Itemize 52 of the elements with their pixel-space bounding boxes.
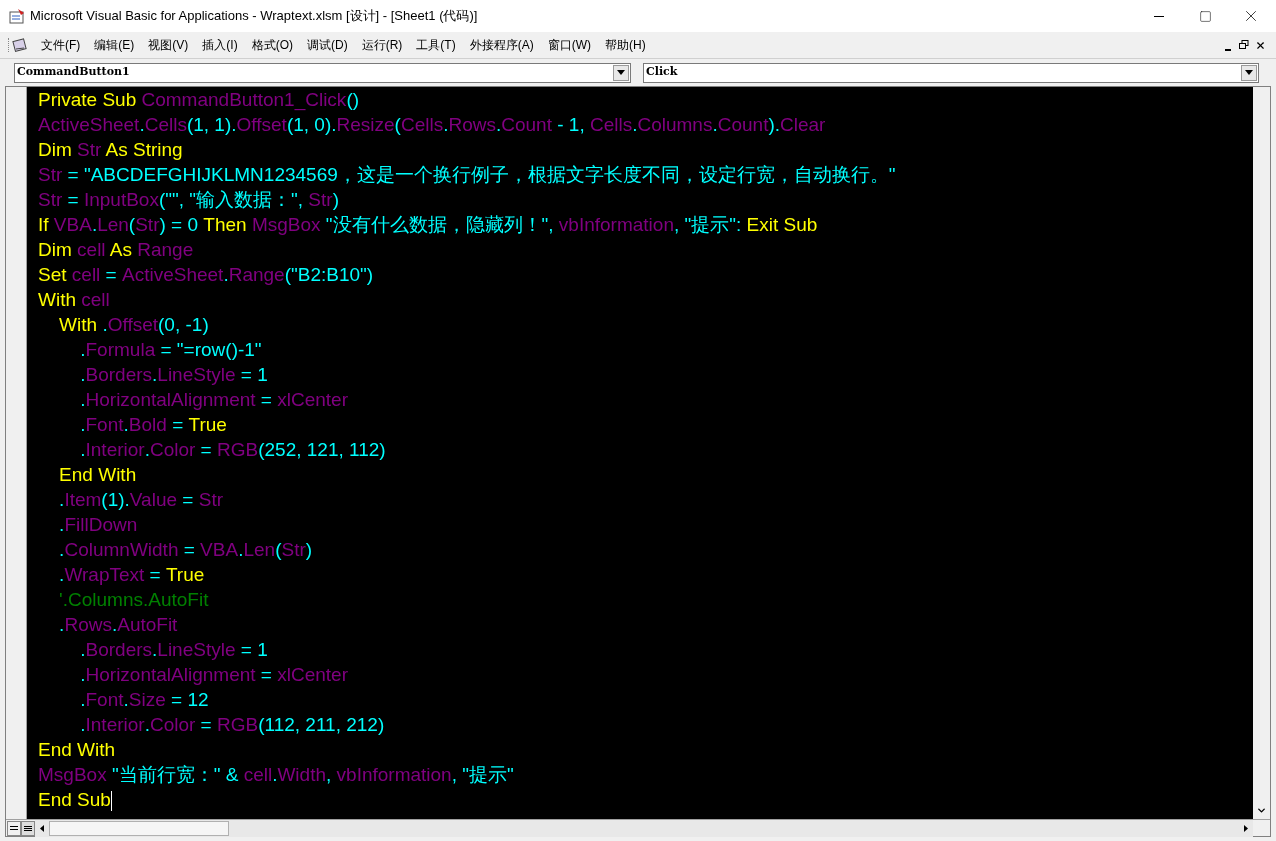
menu-item[interactable]: 窗口(W) (540, 36, 598, 54)
code-line: .Interior.Color = RGB(252, 121, 112) (79, 438, 387, 463)
code-line: .HorizontalAlignment = xlCenter (79, 388, 349, 413)
code-line: Private Sub CommandButton1_Click() (38, 88, 361, 113)
code-line: .ColumnWidth = VBA.Len(Str) (58, 538, 314, 563)
code-line: .Item(1).Value = Str (58, 488, 224, 513)
code-line: End Sub (38, 788, 113, 813)
menu-item[interactable]: 调试(D) (300, 36, 355, 54)
menu-item[interactable]: 文件(F) (34, 36, 88, 54)
code-line: Dim Str As String (38, 138, 184, 163)
code-line: .Rows.AutoFit (58, 613, 179, 638)
menu-item[interactable]: 帮助(H) (598, 36, 653, 54)
procedure-dropdown[interactable]: Click (643, 62, 1259, 83)
module-view-button[interactable] (21, 820, 35, 836)
code-line: .HorizontalAlignment = xlCenter (79, 663, 349, 688)
close-icon (1254, 39, 1266, 51)
menu-item[interactable]: 外接程序(A) (462, 36, 541, 54)
procedure-view-button[interactable] (7, 820, 21, 836)
menu-item[interactable]: 运行(R) (354, 36, 410, 54)
code-line: .Interior.Color = RGB(112, 211, 212) (79, 713, 386, 738)
menu-item[interactable]: 编辑(E) (87, 36, 142, 54)
code-line: Dim cell As Range (38, 238, 195, 263)
horizontal-scrollbar[interactable] (35, 819, 1253, 837)
minimize-icon (1154, 15, 1164, 17)
code-line: End With (38, 738, 117, 763)
menu-item[interactable]: 工具(T) (409, 36, 463, 54)
code-line: .Font.Size = 12 (79, 688, 210, 713)
code-line: .FillDown (58, 513, 139, 538)
code-line: With .Offset(0, -1) (58, 313, 210, 338)
maximize-icon (1198, 9, 1212, 23)
code-line: With cell (38, 288, 111, 313)
code-line: .Font.Bold = True (79, 413, 228, 438)
code-line: ActiveSheet.Cells(1, 1).Offset(1, 0).Resize(Cells.Rows.Count - 1, Cells.Columns.Count).Clear (38, 113, 827, 138)
scroll-thumb[interactable] (49, 820, 229, 836)
code-line: .Formula = "=row()-1" (79, 338, 263, 363)
code-line: Set cell = ActiveSheet.Range("B2:B10") (38, 263, 375, 288)
menu-item[interactable]: 格式(O) (244, 36, 300, 54)
code-line: Str = "ABCDEFGHIJKLMN1234569，这是一个换行例子，根据文字长度不同，设定行宽，自动换行。" (38, 163, 897, 188)
code-line: Str = InputBox("", "输入数据：", Str) (38, 188, 340, 213)
code-line: .WrapText = True (58, 563, 206, 588)
code-line: '.Columns.AutoFit (58, 588, 210, 613)
code-line: End With (58, 463, 138, 488)
code-line: .Borders.LineStyle = 1 (79, 363, 269, 388)
app-icon (9, 8, 26, 24)
text-cursor (110, 790, 112, 811)
window-title: Microsoft Visual Basic for Applications - Wraptext.xlsm [设计] - [Sheet1 (代码)] (30, 7, 478, 26)
code-line: .Borders.LineStyle = 1 (79, 638, 269, 663)
object-dropdown[interactable]: CommandButton1 (14, 62, 631, 83)
menu-item[interactable]: 插入(I) (195, 36, 245, 54)
code-line: MsgBox "当前行宽：" & cell.Width, vbInformation, "提示" (38, 763, 515, 788)
code-line: If VBA.Len(Str) = 0 Then MsgBox "没有什么数据，隐藏列！", vbInformation, "提示": Exit Sub (38, 213, 819, 238)
menu-item[interactable]: 视图(V) (141, 36, 196, 54)
